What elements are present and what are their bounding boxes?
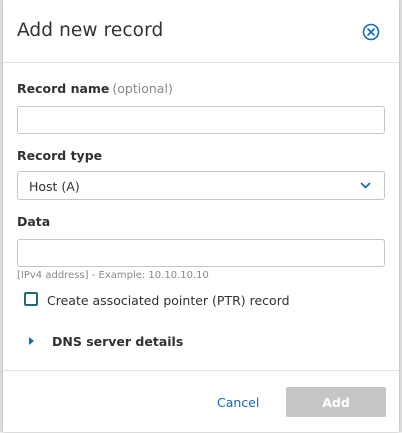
dialog-title: Add new record (17, 20, 164, 41)
caret-right-icon (29, 337, 34, 345)
cancel-button[interactable]: Cancel (217, 395, 259, 410)
record-type-label: Record type (17, 148, 103, 163)
add-record-dialog: Add new record Record name (optional) Rec… (3, 0, 399, 432)
close-button[interactable] (362, 23, 380, 41)
record-name-label: Record name (optional) (17, 81, 173, 96)
close-circle-icon (362, 23, 380, 41)
dialog-footer: Cancel Add (3, 370, 399, 433)
data-input[interactable] (17, 239, 385, 267)
record-type-select[interactable]: Host (A) (17, 171, 385, 200)
chevron-down-icon (360, 182, 371, 189)
dialog-header: Add new record (3, 0, 399, 63)
ptr-checkbox-label[interactable]: Create associated pointer (PTR) record (47, 293, 290, 308)
add-button[interactable]: Add (286, 387, 386, 417)
data-label: Data (17, 214, 51, 229)
data-hint: [IPv4 address] - Example: 10.10.10.10 (17, 270, 209, 281)
dns-server-details-label[interactable]: DNS server details (52, 334, 183, 349)
record-type-value: Host (A) (29, 179, 80, 194)
record-name-input[interactable] (17, 106, 385, 134)
ptr-checkbox[interactable] (24, 292, 38, 306)
record-name-label-text: Record name (17, 81, 110, 96)
optional-label: (optional) (112, 81, 173, 96)
